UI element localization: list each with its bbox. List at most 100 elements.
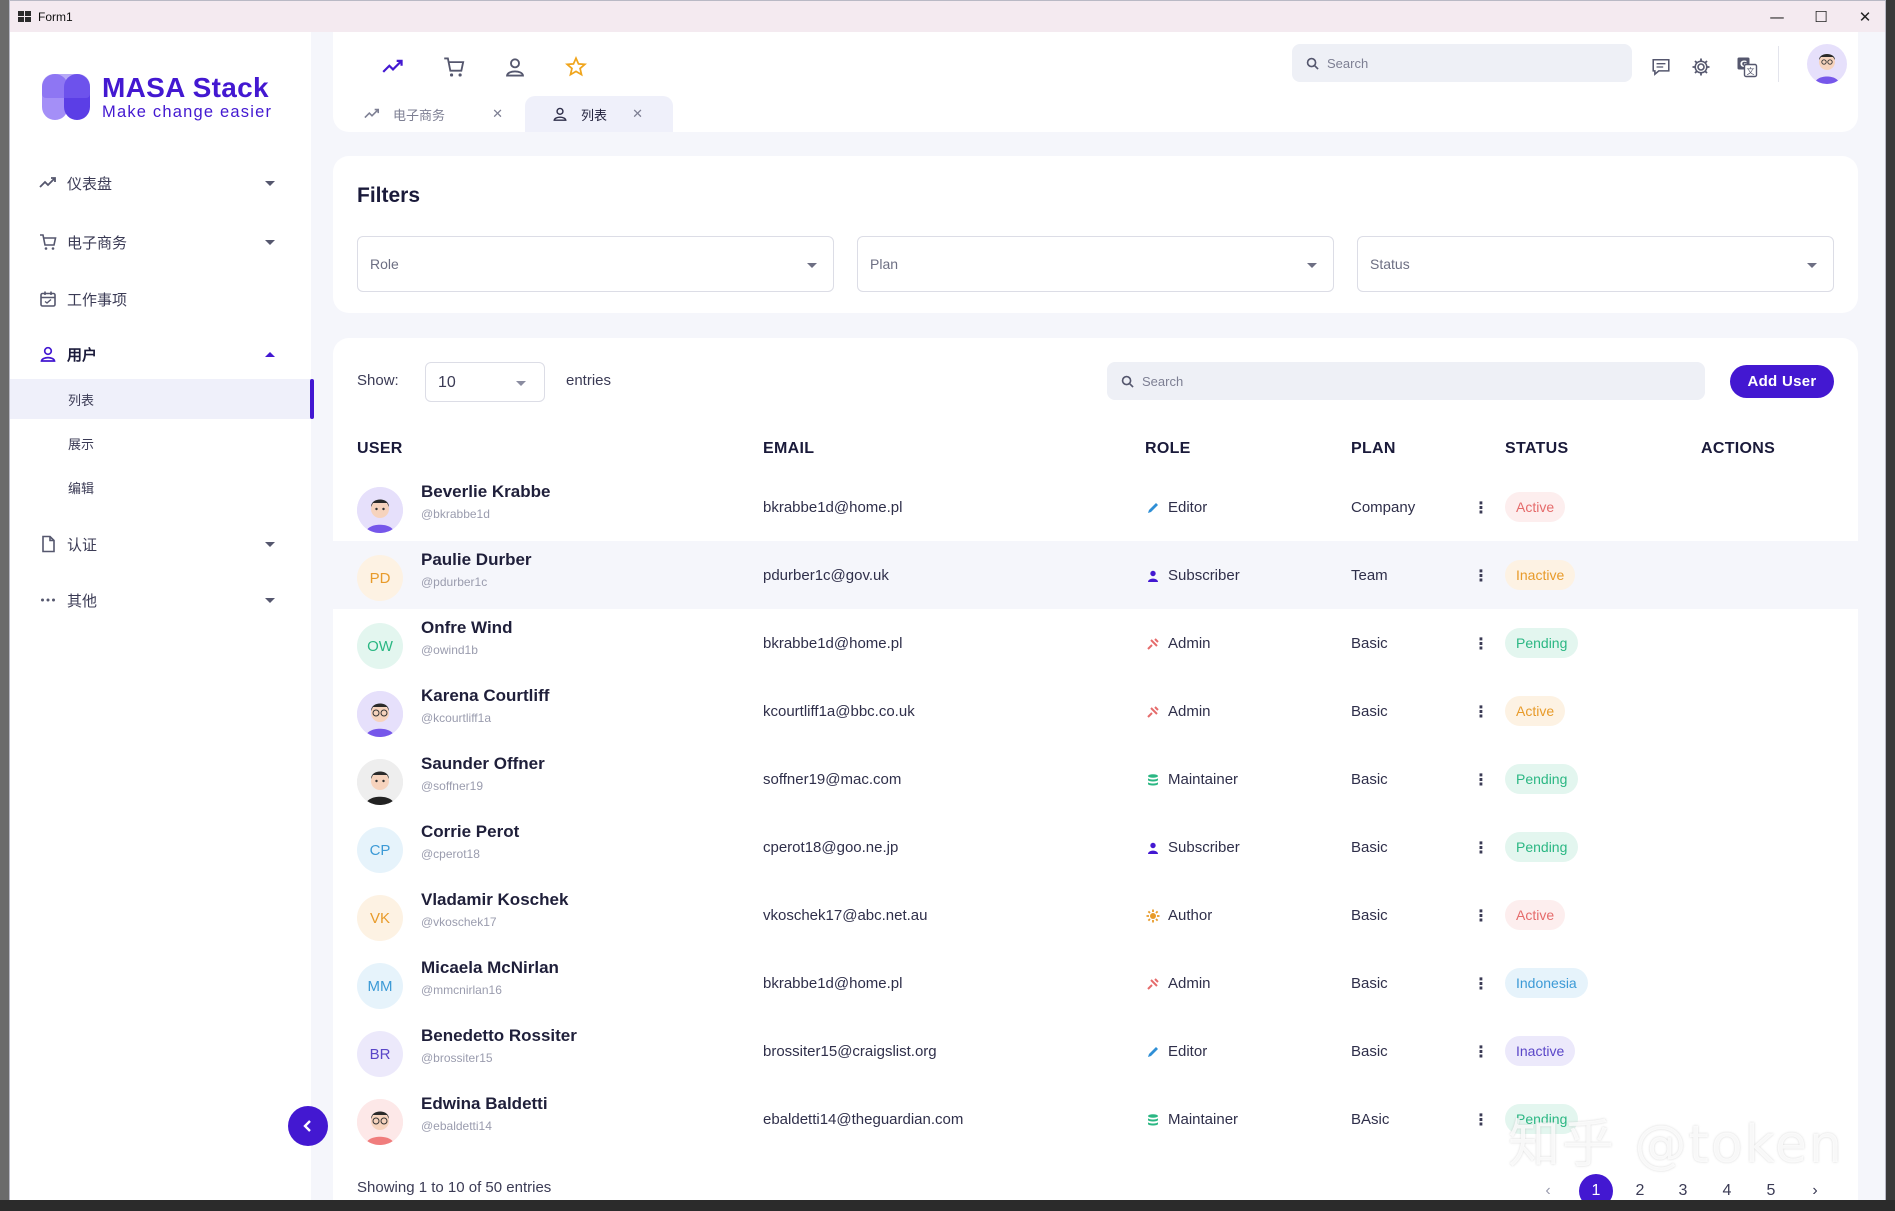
maximize-button[interactable]: ☐ <box>1799 1 1843 32</box>
chevron-down-icon <box>265 180 275 186</box>
trend-icon <box>363 105 381 123</box>
tab-ecommerce[interactable]: 电子商务 ✕ <box>363 96 513 132</box>
user-name[interactable]: Saunder Offner <box>421 754 545 774</box>
avatar: OW <box>357 623 403 669</box>
column-header-user[interactable]: USER <box>357 440 403 458</box>
user-handle: @kcourtliff1a <box>421 711 491 725</box>
user-name[interactable]: Beverlie Krabbe <box>421 482 550 502</box>
status-badge: Inactive <box>1505 560 1576 590</box>
collapse-sidebar-button[interactable] <box>288 1106 328 1146</box>
minimize-button[interactable]: — <box>1755 1 1799 32</box>
user-role: Admin <box>1145 635 1211 652</box>
close-icon[interactable]: ✕ <box>492 107 503 122</box>
sidebar-subitem-list[interactable]: 列表 <box>10 379 314 419</box>
user-handle: @cperot18 <box>421 847 480 861</box>
user-avatar[interactable] <box>1807 44 1847 84</box>
table-row-paulie-durber[interactable]: PD Paulie Durber @pdurber1c pdurber1c@gov.u… <box>333 541 1858 609</box>
row-actions-button[interactable]: ⋮ <box>1466 969 1496 999</box>
row-actions-button[interactable]: ⋮ <box>1466 1105 1496 1135</box>
sidebar-subitem-edit[interactable]: 编辑 <box>10 467 311 507</box>
message-icon[interactable] <box>1646 52 1676 82</box>
table-row-beverlie-krabbe[interactable]: Beverlie Krabbe @bkrabbe1d bkrabbe1d@home.… <box>333 473 1858 541</box>
plan-filter-select[interactable]: Plan <box>857 236 1334 292</box>
row-actions-button[interactable]: ⋮ <box>1466 1037 1496 1067</box>
row-actions-button[interactable]: ⋮ <box>1466 629 1496 659</box>
avatar: PD <box>357 555 403 601</box>
user-name[interactable]: Edwina Baldetti <box>421 1094 548 1114</box>
role-admin-icon <box>1145 976 1161 992</box>
user-email: kcourtliff1a@bbc.co.uk <box>763 703 915 720</box>
entries-label: entries <box>566 372 612 389</box>
logo-title: MASA Stack <box>102 72 269 103</box>
table-search-input[interactable]: Search <box>1107 362 1705 400</box>
sidebar-item-work[interactable]: 工作事项 <box>10 277 311 321</box>
title-bar: Form1 — ☐ ✕ <box>10 1 1885 32</box>
close-window-button[interactable]: ✕ <box>1843 1 1885 32</box>
table-row-saunder-offner[interactable]: Saunder Offner @soffner19 soffner19@mac.co… <box>333 745 1858 813</box>
tab-label: 电子商务 <box>393 108 446 124</box>
row-actions-button[interactable]: ⋮ <box>1466 765 1496 795</box>
background-edge <box>1886 0 1895 1211</box>
sidebar-item-dashboard[interactable]: 仪表盘 <box>10 161 311 205</box>
role-subscriber-icon <box>1145 840 1161 856</box>
row-actions-button[interactable]: ⋮ <box>1466 901 1496 931</box>
user-email: ebaldetti14@theguardian.com <box>763 1111 964 1128</box>
translate-icon[interactable]: G文 <box>1732 52 1762 82</box>
table-row-corrie-perot[interactable]: CP Corrie Perot @cperot18 cperot18@goo.ne.j… <box>333 813 1858 881</box>
star-icon[interactable] <box>561 52 591 82</box>
window-title: Form1 <box>38 9 73 24</box>
status-badge: Active <box>1505 696 1566 726</box>
user-name[interactable]: Vladamir Koschek <box>421 890 568 910</box>
status-badge: Active <box>1505 900 1566 930</box>
filters-title: Filters <box>357 184 421 207</box>
trend-icon[interactable] <box>378 52 408 82</box>
gear-icon[interactable] <box>1686 52 1716 82</box>
add-user-button[interactable]: Add User <box>1730 365 1834 398</box>
header-search-input[interactable]: Search <box>1292 44 1632 82</box>
user-name[interactable]: Benedetto Rossiter <box>421 1026 577 1046</box>
user-email: pdurber1c@gov.uk <box>763 567 889 584</box>
user-icon <box>38 344 58 364</box>
table-row-benedetto-rossiter[interactable]: BR Benedetto Rossiter @brossiter15 brossite… <box>333 1017 1858 1085</box>
role-label: Maintainer <box>1168 771 1239 788</box>
column-header-email[interactable]: EMAIL <box>763 440 814 458</box>
column-header-plan[interactable]: PLAN <box>1351 440 1396 458</box>
table-row-micaela-mcnirlan[interactable]: MM Micaela McNirlan @mmcnirlan16 bkrabbe1d@… <box>333 949 1858 1017</box>
row-actions-button[interactable]: ⋮ <box>1466 561 1496 591</box>
sidebar-item-auth[interactable]: 认证 <box>10 522 311 566</box>
user-icon[interactable] <box>500 52 530 82</box>
sidebar-item-ecommerce[interactable]: 电子商务 <box>10 220 311 264</box>
sidebar-subitem-view[interactable]: 展示 <box>10 423 311 463</box>
cart-icon[interactable] <box>439 52 469 82</box>
user-name[interactable]: Karena Courtliff <box>421 686 549 706</box>
taskbar-strip <box>0 1200 1895 1211</box>
more-icon <box>38 590 58 610</box>
user-name[interactable]: Corrie Perot <box>421 822 519 842</box>
user-plan: Basic <box>1351 703 1388 720</box>
tab-list[interactable]: 列表 ✕ <box>525 96 673 132</box>
column-header-status[interactable]: STATUS <box>1505 440 1568 458</box>
table-row-karena-courtliff[interactable]: Karena Courtliff @kcourtliff1a kcourtliff1… <box>333 677 1858 745</box>
user-name[interactable]: Onfre Wind <box>421 618 512 638</box>
close-icon[interactable]: ✕ <box>632 107 643 122</box>
table-row-onfre-wind[interactable]: OW Onfre Wind @owind1b bkrabbe1d@home.pl Adm… <box>333 609 1858 677</box>
user-name[interactable]: Micaela McNirlan <box>421 958 559 978</box>
avatar-initials: CP <box>369 841 391 859</box>
status-badge: Pending <box>1505 628 1579 658</box>
status-filter-select[interactable]: Status <box>1357 236 1834 292</box>
avatar <box>357 487 403 533</box>
user-name[interactable]: Paulie Durber <box>421 550 532 570</box>
sidebar-item-other[interactable]: 其他 <box>10 578 311 622</box>
avatar <box>357 691 403 737</box>
table-row-vladamir-koschek[interactable]: VK Vladamir Koschek @vkoschek17 vkoschek17@… <box>333 881 1858 949</box>
select-label: Plan <box>870 256 899 272</box>
row-actions-button[interactable]: ⋮ <box>1466 493 1496 523</box>
role-filter-select[interactable]: Role <box>357 236 834 292</box>
column-header-role[interactable]: ROLE <box>1145 440 1191 458</box>
row-actions-button[interactable]: ⋮ <box>1466 833 1496 863</box>
sidebar-item-users[interactable]: 用户 <box>10 332 311 376</box>
row-actions-button[interactable]: ⋮ <box>1466 697 1496 727</box>
sidebar: MASA Stack Make change easier 仪表盘 电子商务 工… <box>10 32 314 1204</box>
status-badge: Pending <box>1505 832 1579 862</box>
entries-per-page-select[interactable]: 10 <box>425 362 545 402</box>
